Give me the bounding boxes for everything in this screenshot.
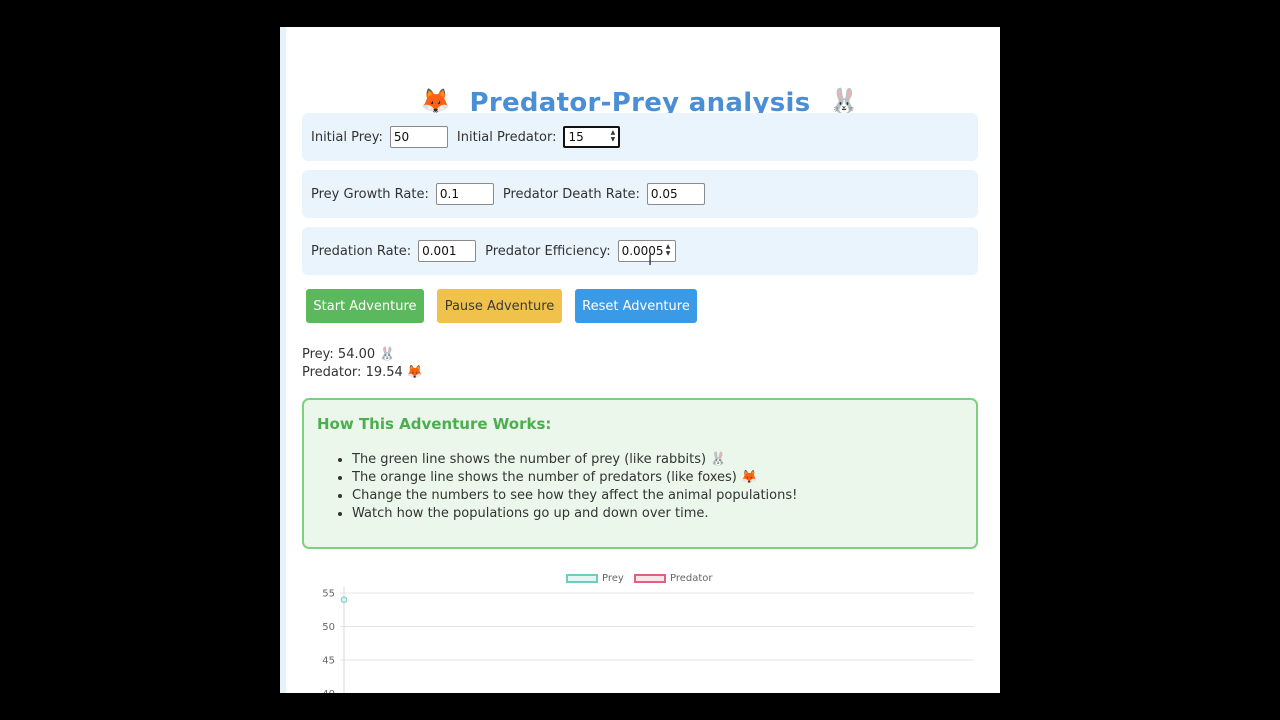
initial-predator-label: Initial Predator: <box>456 129 557 145</box>
y-tick-label: 45 <box>322 656 335 667</box>
info-heading: How This Adventure Works: <box>317 415 552 433</box>
legend-predator-swatch <box>634 574 666 583</box>
rates-panel: Prey Growth Rate: Predator Death Rate: <box>302 170 978 218</box>
predator-count: Predator: 19.54 🦊 <box>302 365 424 380</box>
info-item: The orange line shows the number of pred… <box>352 469 797 487</box>
info-item: Watch how the populations go up and down… <box>352 505 797 523</box>
app-frame: 🦊 Predator-Prey analysis 🐰 Initial Prey:… <box>280 27 1000 693</box>
legend-prey-label: Prey <box>602 573 624 584</box>
legend-predator-label: Predator <box>670 573 713 584</box>
text-cursor-icon: I <box>648 253 653 269</box>
legend-predator[interactable]: Predator <box>634 573 713 584</box>
initial-prey-input[interactable] <box>389 126 448 148</box>
info-list: The green line shows the number of prey … <box>316 451 797 523</box>
predation-rate-input[interactable] <box>418 240 477 262</box>
info-item: The green line shows the number of prey … <box>352 451 797 469</box>
population-panel: Initial Prey: Initial Predator: ▲▼ <box>302 113 978 161</box>
legend-prey-swatch <box>566 574 598 583</box>
legend-prey[interactable]: Prey <box>566 573 624 584</box>
predator-death-input[interactable] <box>646 183 705 205</box>
prey-count: Prey: 54.00 🐰 <box>302 347 396 362</box>
predation-rate-label: Predation Rate: <box>311 243 412 259</box>
start-button[interactable]: Start Adventure <box>306 289 424 323</box>
predator-efficiency-stepper[interactable]: ▲▼ <box>617 240 676 262</box>
predator-efficiency-label: Predator Efficiency: <box>485 243 611 259</box>
prey-data-point[interactable] <box>340 596 348 603</box>
initial-predator-stepper[interactable]: ▲▼ <box>563 126 621 148</box>
predator-death-label: Predator Death Rate: <box>502 186 640 202</box>
info-item: Change the numbers to see how they affec… <box>352 487 797 505</box>
spinner-arrows-icon[interactable]: ▲ ▼ <box>608 129 617 143</box>
fox-emoji-icon: 🦊 <box>420 87 451 115</box>
pause-button[interactable]: Pause Adventure <box>437 289 562 323</box>
y-tick-label: 40 <box>322 689 335 693</box>
rabbit-emoji-icon: 🐰 <box>829 87 860 115</box>
population-chart: 55 50 45 40 <box>322 587 974 693</box>
prey-growth-input[interactable] <box>435 183 494 205</box>
interaction-panel: Predation Rate: Predator Efficiency: ▲▼ <box>302 227 978 275</box>
y-tick-label: 50 <box>322 622 335 633</box>
info-box: How This Adventure Works: The green line… <box>302 398 978 549</box>
prey-growth-label: Prey Growth Rate: <box>311 186 429 202</box>
reset-button[interactable]: Reset Adventure <box>575 289 697 323</box>
initial-prey-label: Initial Prey: <box>311 129 383 145</box>
frame-edge <box>280 27 286 693</box>
y-tick-label: 55 <box>322 589 335 600</box>
spinner-arrows-icon[interactable]: ▲ ▼ <box>664 243 673 257</box>
